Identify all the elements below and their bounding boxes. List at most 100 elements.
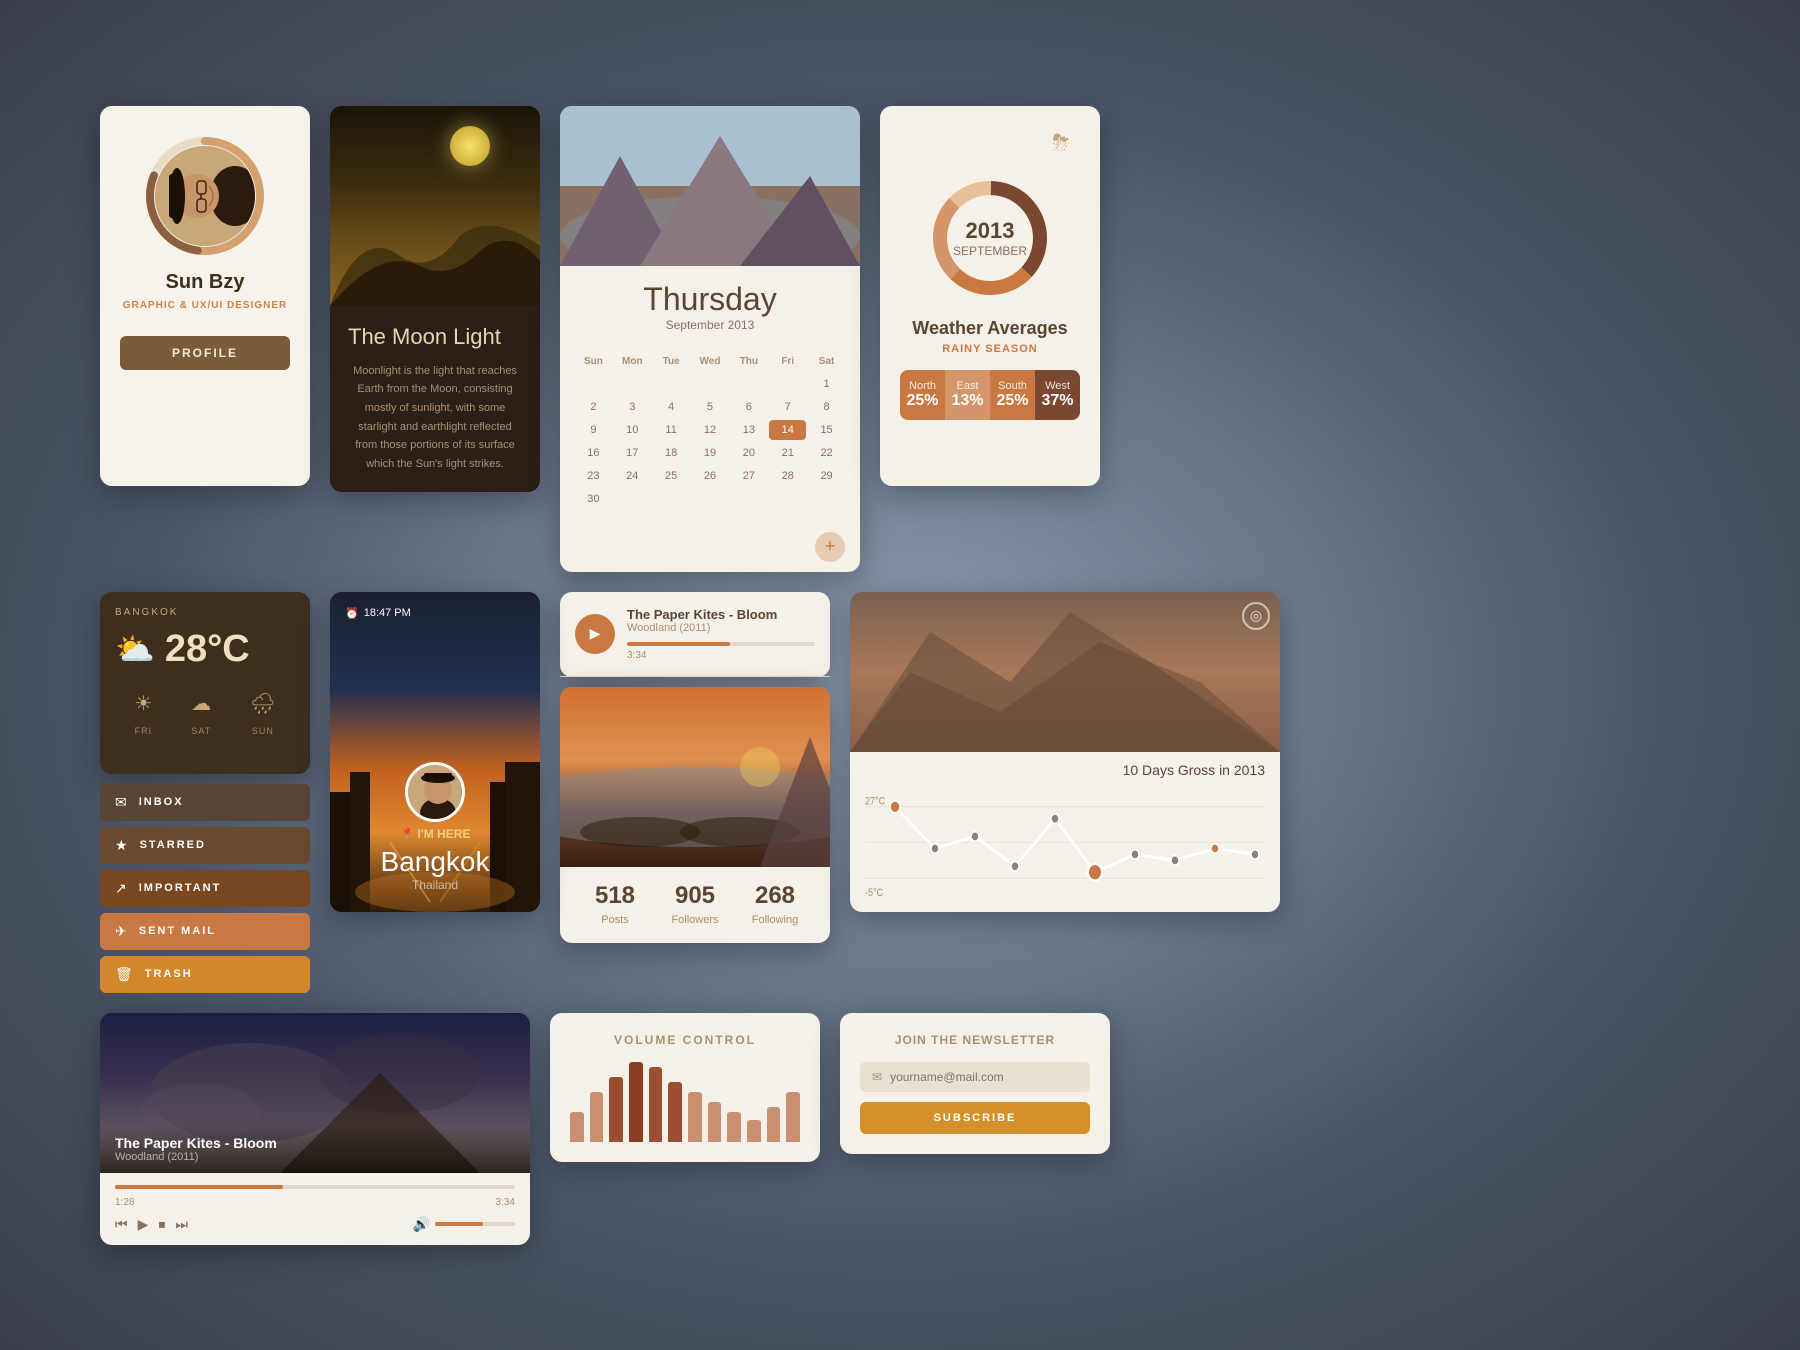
email-menu: ✉ INBOX ★ STARRED ↗ IMPORTANT ✈ SENT MAI… — [100, 784, 310, 993]
weather-days: ☀ FRI ☁ SAT 🌧 SUN — [115, 691, 295, 739]
play-pause-button[interactable]: ▶ — [138, 1216, 149, 1233]
rainy-season-label: RAINY SEASON — [942, 343, 1038, 355]
donut-month: SEPTEMBER — [953, 244, 1027, 258]
starred-item[interactable]: ★ STARRED — [100, 827, 310, 864]
video-progress-bar[interactable] — [115, 1185, 515, 1189]
moonlight-content: The Moon Light Moonlight is the light th… — [330, 306, 540, 492]
vol-bar-8[interactable] — [708, 1102, 722, 1142]
social-stats: 518 Posts 905 Followers 268 Following — [560, 867, 830, 943]
rewind-button[interactable]: ⏮ — [115, 1216, 128, 1233]
location-country: Thailand — [412, 878, 458, 892]
location-city: Bangkok — [381, 846, 490, 878]
cal-header-wed: Wed — [692, 352, 729, 371]
volume-control-card: VOLUME CONTROL — [550, 1013, 820, 1162]
current-time: 1:28 — [115, 1197, 134, 1208]
vol-bar-9[interactable] — [727, 1112, 741, 1142]
video-track-name: The Paper Kites - Bloom — [115, 1135, 515, 1151]
svg-text:-5°C: -5°C — [865, 887, 883, 899]
stat-west: West 37% — [1035, 370, 1080, 420]
line-chart: 27°C -5°C — [865, 783, 1265, 902]
fast-forward-button[interactable]: ⏭ — [175, 1216, 188, 1233]
stat-north: North 25% — [900, 370, 945, 420]
vol-bar-3[interactable] — [609, 1077, 623, 1142]
calendar-day: Thursday — [575, 281, 845, 318]
volume-title: VOLUME CONTROL — [570, 1033, 800, 1047]
cal-header-fri: Fri — [769, 352, 806, 371]
city-label: BANGKOK — [115, 607, 295, 618]
calendar-month-year: September 2013 — [575, 318, 845, 332]
player-progress-fill — [627, 642, 730, 646]
important-item[interactable]: ↗ IMPORTANT — [100, 870, 310, 907]
stat-south: South 25% — [990, 370, 1035, 420]
weather-stats-card: ⛈ 2013 SEPTEMBER — [880, 106, 1100, 486]
moon-icon — [450, 126, 490, 166]
chart-content: 10 Days Gross in 2013 27°C -5°C — [850, 752, 1280, 912]
cal-header-sat: Sat — [808, 352, 845, 371]
profile-ring — [145, 136, 265, 256]
donut-label: 2013 SEPTEMBER — [953, 218, 1027, 258]
player-progress-bar[interactable] — [627, 642, 815, 646]
donut-year: 2013 — [953, 218, 1027, 244]
sent-item[interactable]: ✈ SENT MAIL — [100, 913, 310, 950]
inbox-item[interactable]: ✉ INBOX — [100, 784, 310, 821]
day-sun: 🌧 SUN — [250, 691, 275, 739]
video-controls: 1:28 3:34 ⏮ ▶ ⏹ ⏭ 🔊 — [100, 1173, 530, 1245]
video-times: 1:28 3:34 — [115, 1197, 515, 1208]
location-info: 📍 I'M HERE Bangkok Thailand — [330, 762, 540, 892]
email-input[interactable] — [890, 1070, 1078, 1084]
subscribe-button[interactable]: SUBSCRIBE — [860, 1102, 1090, 1134]
followers-stat: 905 Followers — [655, 882, 735, 928]
play-button[interactable]: ▶ — [575, 614, 615, 654]
vol-bar-4[interactable] — [629, 1062, 643, 1142]
chart-title: 10 Days Gross in 2013 — [865, 762, 1265, 778]
inbox-icon: ✉ — [115, 794, 127, 811]
player-time: 3:34 — [627, 650, 815, 661]
cal-header-sun: Sun — [575, 352, 612, 371]
cloud-icon: ☁ — [191, 691, 211, 716]
donut-chart: 2013 SEPTEMBER — [925, 173, 1055, 303]
calendar-card: Thursday September 2013 Sun Mon Tue Wed … — [560, 106, 860, 572]
video-screen: The Paper Kites - Bloom Woodland (2011) — [100, 1013, 530, 1173]
profile-button[interactable]: PROFILE — [120, 336, 290, 370]
calendar-header-row: Sun Mon Tue Wed Thu Fri Sat — [575, 352, 845, 371]
location-card: ⏰ 18:47 PM 📍 I'M HERE Bang — [330, 592, 540, 912]
temp-row: ⛅ 28°C — [115, 628, 295, 671]
track-album: Woodland (2011) — [627, 622, 815, 634]
volume-bar[interactable] — [435, 1222, 515, 1226]
calendar-header: Thursday September 2013 — [560, 266, 860, 347]
line-chart-card: ◎ 10 Days Gross in 2013 27°C -5°C — [850, 592, 1280, 912]
trash-item[interactable]: 🗑 TRASH — [100, 956, 310, 993]
social-image — [560, 687, 830, 867]
following-label: Following — [752, 914, 798, 926]
vol-bar-12[interactable] — [786, 1092, 800, 1142]
svg-text:⛈: ⛈ — [1052, 130, 1070, 155]
followers-label: Followers — [671, 914, 718, 926]
vol-bar-11[interactable] — [767, 1107, 781, 1142]
video-progress-fill — [115, 1185, 283, 1189]
day-sat: ☁ SAT — [191, 691, 211, 739]
cal-header-mon: Mon — [614, 352, 651, 371]
day-fri: ☀ FRI — [134, 691, 152, 739]
vol-bar-2[interactable] — [590, 1092, 604, 1142]
email-input-row: ✉ — [860, 1062, 1090, 1092]
pin-icon: 📍 — [400, 827, 415, 841]
volume-fill — [435, 1222, 483, 1226]
vol-bar-6[interactable] — [668, 1082, 682, 1142]
newsletter-card: JOIN THE NEWSLETTER ✉ SUBSCRIBE — [840, 1013, 1110, 1154]
add-event-button[interactable]: + — [815, 532, 845, 562]
video-album: Woodland (2011) — [115, 1151, 515, 1163]
player-info: The Paper Kites - Bloom Woodland (2011) … — [627, 607, 815, 661]
video-overlay: The Paper Kites - Bloom Woodland (2011) — [100, 1125, 530, 1173]
player-mini-row: ▶ The Paper Kites - Bloom Woodland (2011… — [560, 592, 830, 677]
profile-name: Sun Bzy — [166, 271, 245, 294]
temperature: 28°C — [165, 628, 250, 671]
vol-bar-7[interactable] — [688, 1092, 702, 1142]
vol-bar-5[interactable] — [649, 1067, 663, 1142]
location-avatar — [405, 762, 465, 822]
weather-widget: BANGKOK ⛅ 28°C ☀ FRI ☁ SAT 🌧 — [100, 592, 310, 774]
vol-bar-1[interactable] — [570, 1112, 584, 1142]
weather-stats-grid: North 25% East 13% South 25% West 37% — [900, 370, 1080, 420]
clock-icon: ⏰ — [345, 607, 359, 620]
vol-bar-10[interactable] — [747, 1120, 761, 1142]
stop-button[interactable]: ⏹ — [158, 1216, 165, 1233]
